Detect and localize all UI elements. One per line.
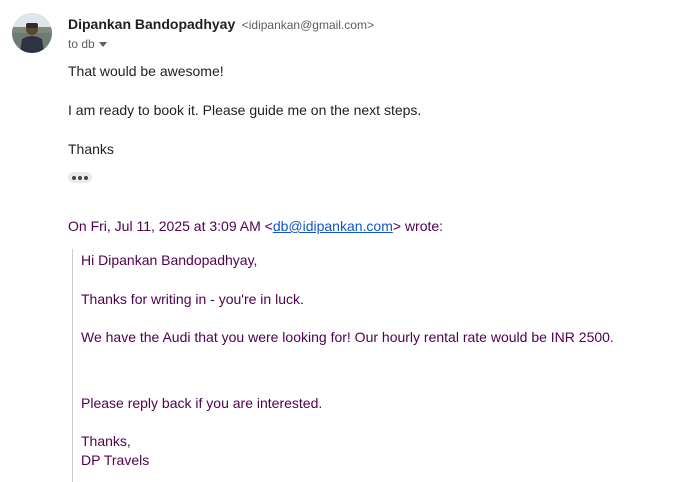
- avatar[interactable]: [12, 13, 52, 53]
- sender-email: <idipankan@gmail.com>: [241, 18, 374, 32]
- quote-attribution: On Fri, Jul 11, 2025 at 3:09 AM <db@idip…: [68, 217, 443, 235]
- recipients-toggle[interactable]: to db: [68, 36, 107, 52]
- show-trimmed-content-button[interactable]: [68, 172, 92, 183]
- more-horiz-icon: [72, 175, 76, 180]
- sender-name[interactable]: Dipankan Bandopadhyay: [68, 16, 235, 32]
- message-line: Thanks: [68, 141, 114, 157]
- sender-line: Dipankan Bandopadhyay <idipankan@gmail.c…: [68, 15, 374, 34]
- quoted-signoff: Thanks,: [81, 433, 131, 449]
- recipients-label: to db: [68, 37, 95, 51]
- quote-border: [72, 249, 73, 482]
- more-horiz-icon: [78, 175, 82, 180]
- more-horiz-icon: [84, 175, 88, 180]
- attribution-suffix: > wrote:: [392, 218, 444, 234]
- quoted-line: We have the Audi that you were looking f…: [81, 329, 614, 345]
- message-line: I am ready to book it. Please guide me o…: [68, 102, 422, 118]
- email-message: Dipankan Bandopadhyay <idipankan@gmail.c…: [0, 0, 696, 482]
- quoted-line: Thanks for writing in - you're in luck.: [81, 291, 304, 307]
- quoted-line: Please reply back if you are interested.: [81, 395, 323, 411]
- quoted-greeting: Hi Dipankan Bandopadhyay,: [81, 252, 258, 268]
- message-line: That would be awesome!: [68, 63, 224, 79]
- caret-down-icon[interactable]: [98, 42, 107, 47]
- attribution-email-link[interactable]: db@idipankan.com: [273, 218, 393, 234]
- avatar-photo: [12, 13, 52, 53]
- quoted-signature: DP Travels: [81, 452, 150, 468]
- attribution-prefix: On Fri, Jul 11, 2025 at 3:09 AM <: [68, 218, 273, 234]
